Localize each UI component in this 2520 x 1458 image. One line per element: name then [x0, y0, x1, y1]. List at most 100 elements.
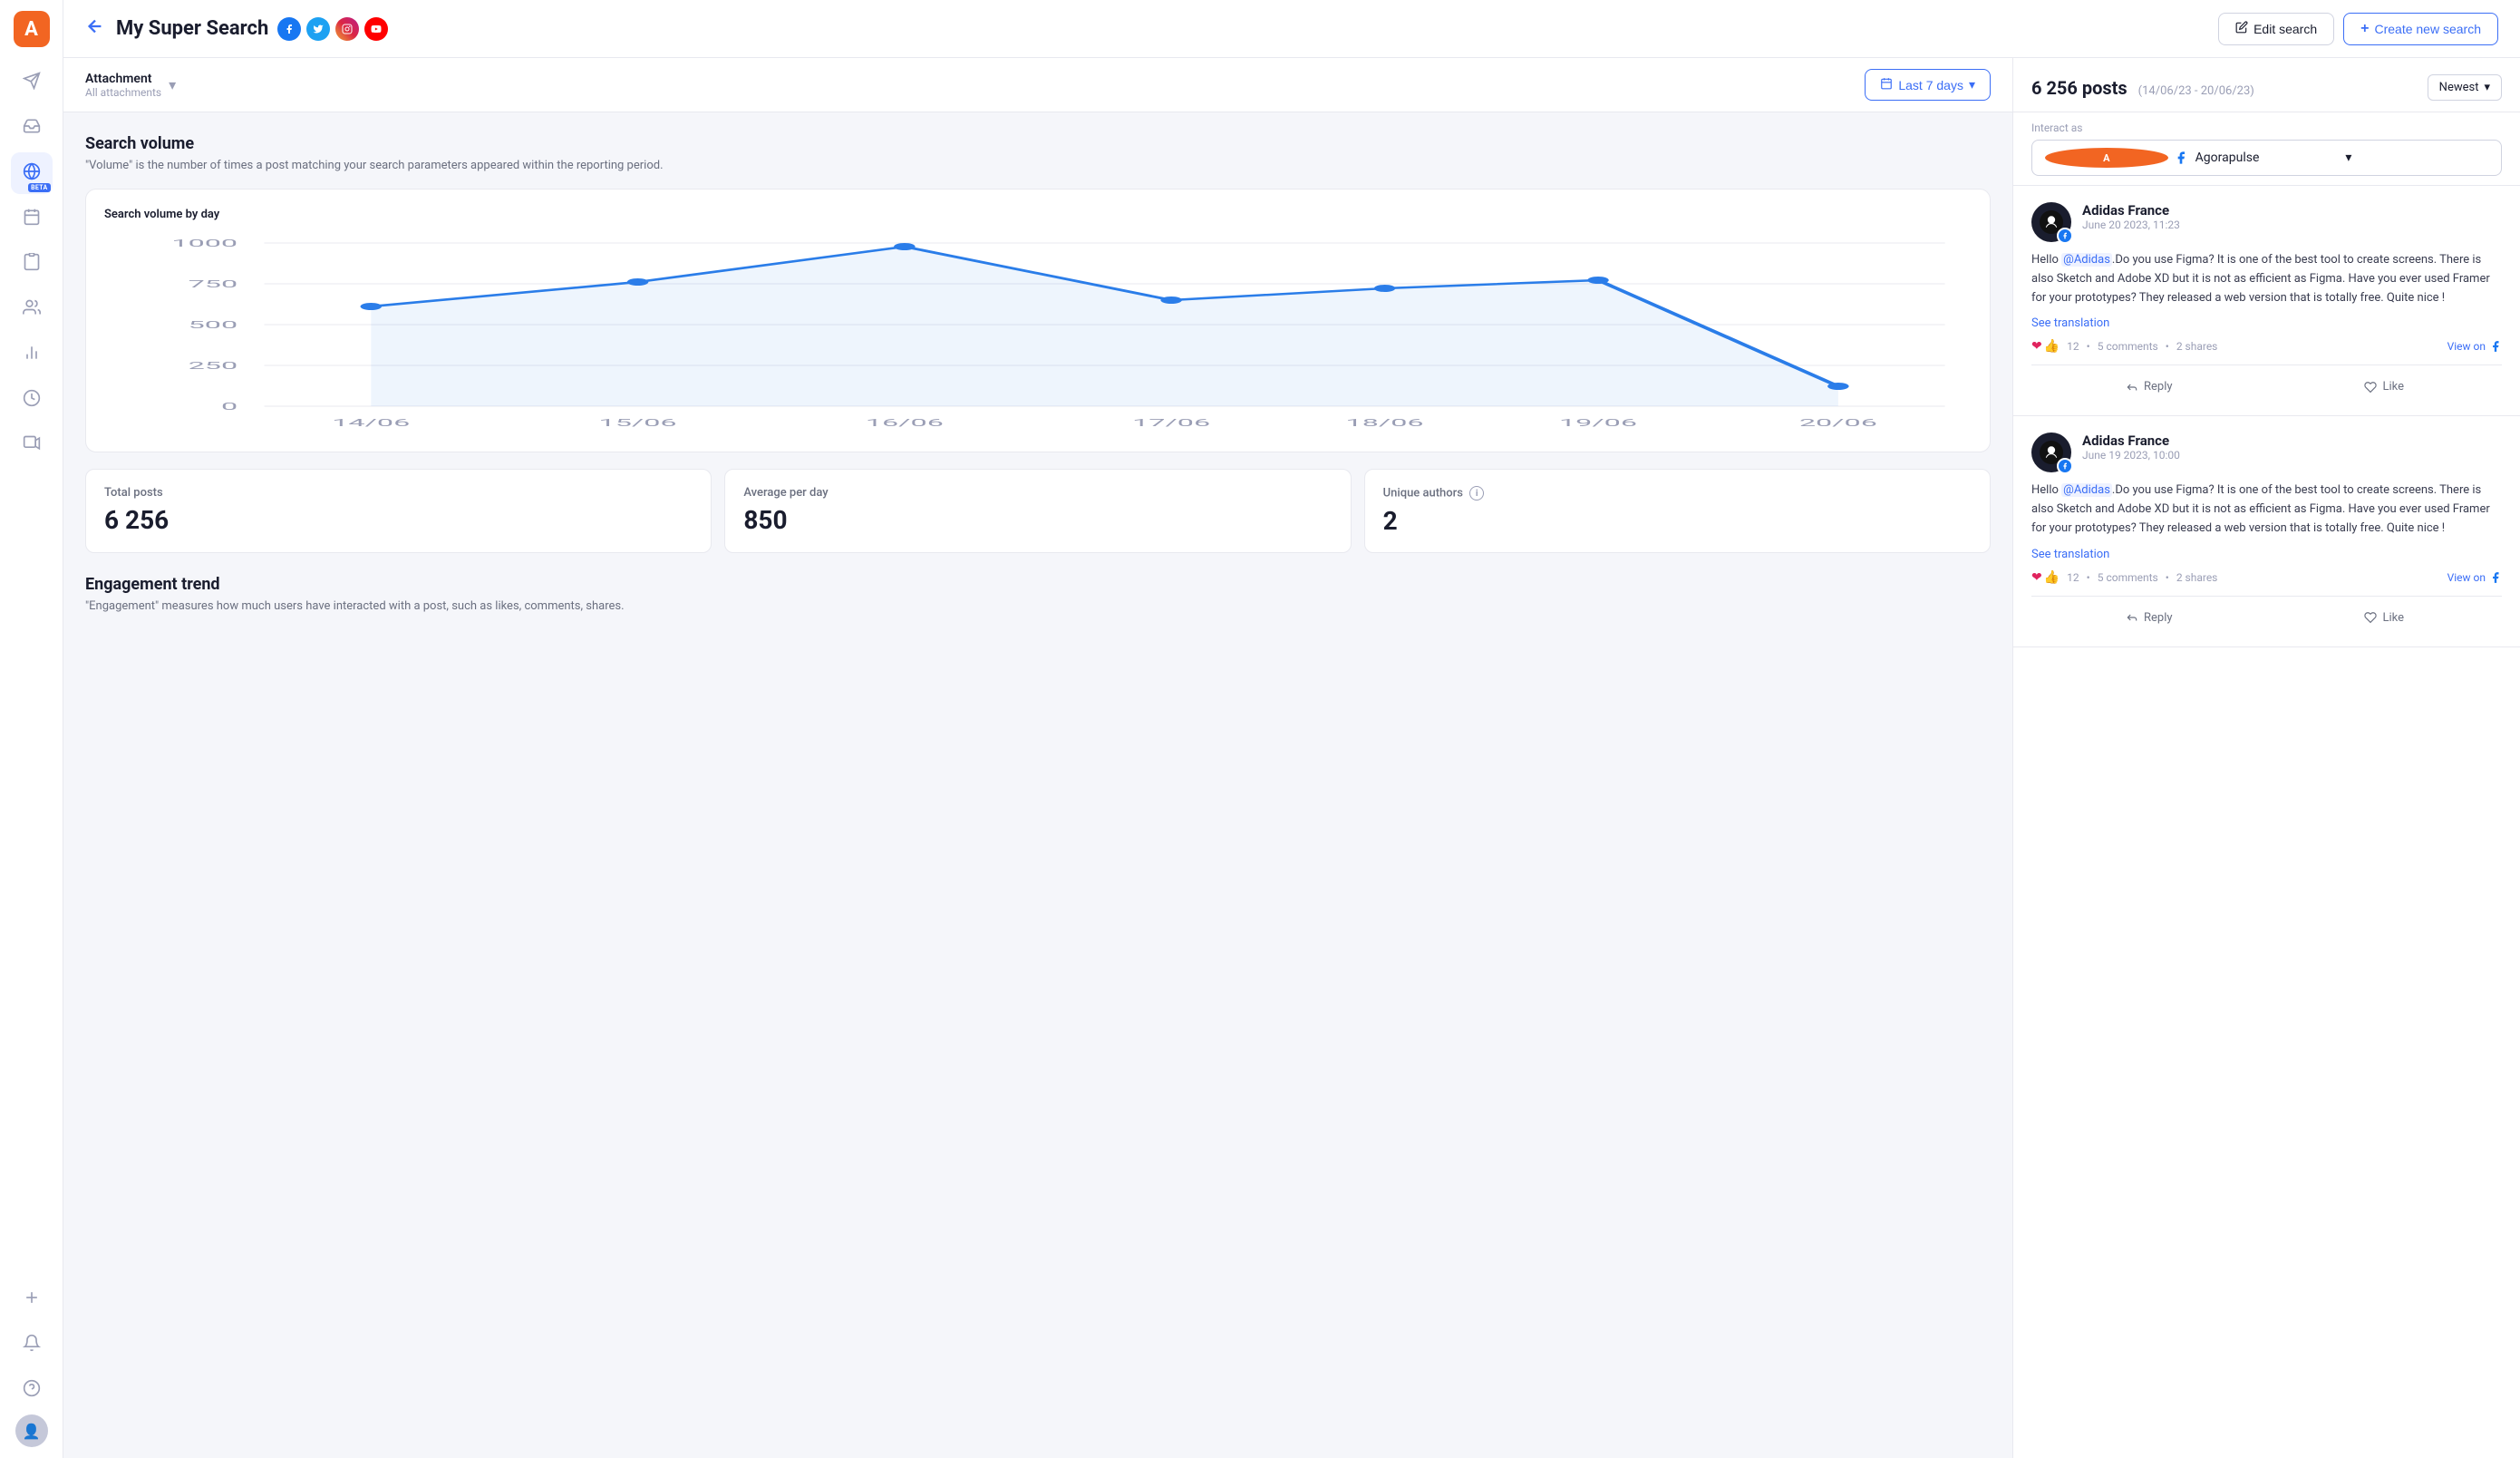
- main-content: My Super Search Edit search: [63, 0, 2520, 1458]
- see-translation-link[interactable]: See translation: [2031, 548, 2502, 561]
- date-range-button[interactable]: Last 7 days ▾: [1865, 69, 1991, 101]
- post-card: Adidas France June 19 2023, 10:00 Hello …: [2013, 416, 2520, 646]
- sidebar-item-calendar[interactable]: [11, 198, 53, 239]
- chevron-icon: ▾: [1969, 77, 1975, 92]
- svg-text:0: 0: [221, 401, 237, 413]
- sort-dropdown[interactable]: Newest ▾: [2428, 74, 2502, 101]
- sidebar-item-send[interactable]: [11, 62, 53, 103]
- sidebar-item-dashboard[interactable]: [11, 379, 53, 421]
- facebook-platform-icon: [2057, 228, 2073, 244]
- total-posts-value: 6 256: [104, 505, 693, 535]
- page-title: My Super Search: [116, 17, 268, 40]
- info-icon[interactable]: i: [1469, 486, 1484, 501]
- sidebar-item-analytics[interactable]: [11, 334, 53, 375]
- content-area: Attachment All attachments ▾ Last 7 days…: [63, 58, 2520, 1458]
- post-actions: Reply Like: [2031, 364, 2502, 399]
- video-icon: [23, 434, 41, 457]
- inbox-icon: [23, 117, 41, 140]
- left-panel: Attachment All attachments ▾ Last 7 days…: [63, 58, 2012, 1458]
- svg-text:16/06: 16/06: [866, 417, 944, 429]
- post-mention[interactable]: @Adidas: [2061, 483, 2112, 497]
- reply-button[interactable]: Reply: [2031, 606, 2267, 630]
- sidebar-item-help[interactable]: [11, 1369, 53, 1411]
- interact-account-dropdown[interactable]: A Agorapulse ▾: [2031, 140, 2502, 176]
- post-stats: ❤ 👍 12 • 5 comments • 2 shares View on: [2031, 570, 2502, 585]
- posts-header: 6 256 posts (14/06/23 - 20/06/23) Newest…: [2013, 58, 2520, 112]
- sidebar-item-add[interactable]: [11, 1278, 53, 1320]
- chart-area: 1000 750 500 250 0 14/06 15/06 16/06 17/…: [104, 234, 1972, 433]
- svg-text:20/06: 20/06: [1799, 417, 1877, 429]
- shares-count: 2 shares: [2176, 340, 2218, 353]
- plus-icon: +: [2360, 21, 2369, 37]
- filter-bar: Attachment All attachments ▾ Last 7 days…: [63, 58, 2012, 112]
- sidebar-item-inbox[interactable]: [11, 107, 53, 149]
- svg-text:17/06: 17/06: [1132, 417, 1210, 429]
- stat-avg-per-day: Average per day 850: [724, 469, 1351, 553]
- beta-badge: BETA: [28, 183, 50, 192]
- comments-count: 5 comments: [2098, 340, 2158, 353]
- plus-icon: [23, 1288, 41, 1311]
- edit-icon: [2235, 21, 2248, 36]
- sidebar-item-video[interactable]: [11, 424, 53, 466]
- post-mention[interactable]: @Adidas: [2061, 253, 2112, 267]
- stats-row: Total posts 6 256 Average per day 850 Un…: [85, 469, 1991, 553]
- svg-text:18/06: 18/06: [1346, 417, 1424, 429]
- create-search-button[interactable]: + Create new search: [2343, 13, 2498, 45]
- interact-label: Interact as: [2031, 122, 2502, 134]
- calendar-icon: [1880, 77, 1893, 92]
- like-button[interactable]: Like: [2267, 606, 2503, 630]
- svg-text:250: 250: [189, 360, 238, 372]
- bell-icon: [23, 1334, 41, 1356]
- total-posts-label: Total posts: [104, 486, 693, 500]
- clipboard-icon: [23, 253, 41, 276]
- like-reaction: 👍: [2044, 339, 2060, 354]
- like-reaction: 👍: [2044, 570, 2060, 585]
- svg-text:15/06: 15/06: [599, 417, 677, 429]
- app-logo[interactable]: A: [14, 11, 50, 47]
- attachment-dropdown[interactable]: Attachment All attachments ▾: [85, 72, 176, 99]
- heart-reaction: ❤: [2031, 570, 2042, 585]
- calendar-icon: [23, 208, 41, 230]
- like-button[interactable]: Like: [2267, 374, 2503, 399]
- posts-date-range: (14/06/23 - 20/06/23): [2138, 84, 2254, 98]
- post-author-avatar: [2031, 433, 2071, 472]
- see-translation-link[interactable]: See translation: [2031, 316, 2502, 330]
- avatar-image: 👤: [23, 1423, 41, 1440]
- send-icon: [23, 72, 41, 94]
- reactions-count: 12: [2067, 571, 2079, 584]
- unique-authors-label: Unique authors i: [1383, 486, 1972, 501]
- svg-text:14/06: 14/06: [332, 417, 410, 429]
- posts-count: 6 256 posts: [2031, 77, 2127, 99]
- post-date: June 20 2023, 11:23: [2082, 219, 2180, 231]
- youtube-icon: [364, 17, 388, 41]
- sidebar-item-reports[interactable]: [11, 243, 53, 285]
- sidebar-item-audience[interactable]: [11, 288, 53, 330]
- avg-per-day-label: Average per day: [743, 486, 1332, 500]
- post-meta: Adidas France June 19 2023, 10:00: [2031, 433, 2502, 472]
- back-button[interactable]: [85, 16, 105, 41]
- reply-button[interactable]: Reply: [2031, 374, 2267, 399]
- attachment-label: Attachment: [85, 72, 161, 86]
- help-icon: [23, 1379, 41, 1402]
- view-on-link[interactable]: View on: [2447, 340, 2502, 353]
- right-panel: 6 256 posts (14/06/23 - 20/06/23) Newest…: [2012, 58, 2520, 1458]
- view-on-link[interactable]: View on: [2447, 571, 2502, 584]
- sidebar-item-listen[interactable]: BETA: [11, 152, 53, 194]
- chart-title: Search volume by day: [104, 208, 1972, 221]
- chevron-down-icon: ▾: [2345, 151, 2488, 165]
- edit-search-button[interactable]: Edit search: [2218, 13, 2334, 45]
- post-actions: Reply Like: [2031, 596, 2502, 630]
- reactions-count: 12: [2067, 340, 2079, 353]
- heart-reaction: ❤: [2031, 339, 2042, 354]
- post-author-avatar: [2031, 202, 2071, 242]
- unique-authors-value: 2: [1383, 506, 1972, 536]
- reaction-icons: ❤ 👍: [2031, 570, 2060, 585]
- twitter-icon: [306, 17, 330, 41]
- engagement-section: Engagement trend "Engagement" measures h…: [63, 575, 2012, 651]
- sidebar: A BETA: [0, 0, 63, 1458]
- sidebar-item-notifications[interactable]: [11, 1324, 53, 1366]
- user-avatar[interactable]: 👤: [15, 1414, 48, 1447]
- bar-chart-icon: [23, 344, 41, 366]
- facebook-platform-icon: [2057, 458, 2073, 474]
- post-text: Hello @Adidas.Do you use Figma? It is on…: [2031, 481, 2502, 538]
